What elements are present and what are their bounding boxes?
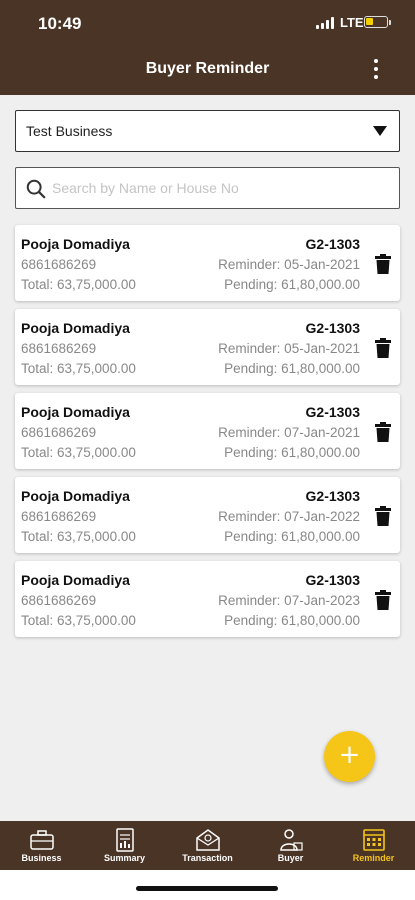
network-label: LTE (340, 15, 364, 30)
house-number: G2-1303 (305, 320, 360, 336)
battery-cap (389, 20, 391, 25)
buyer-name: Pooja Domadiya (21, 236, 130, 252)
caret-down-icon (373, 126, 387, 136)
nav-label-buyer: Buyer (277, 853, 304, 863)
buyer-name: Pooja Domadiya (21, 488, 130, 504)
reminder-card[interactable]: Pooja Domadiya 6861686269 Total: 63,75,0… (15, 561, 400, 637)
reminder-card[interactable]: Pooja Domadiya 6861686269 Total: 63,75,0… (15, 309, 400, 385)
home-area (0, 870, 415, 900)
briefcase-icon (30, 830, 54, 850)
pending-amount: Pending: 61,80,000.00 (224, 361, 360, 376)
page-title: Buyer Reminder (145, 60, 270, 77)
buyer-phone: 6861686269 (21, 509, 97, 524)
reminder-card[interactable]: Pooja Domadiya 6861686269 Total: 63,75,0… (15, 225, 400, 301)
nav-label-business: Business (21, 853, 62, 863)
total-amount: Total: 63,75,000.00 (21, 613, 136, 628)
summary-icon (116, 828, 134, 852)
reminder-date: Reminder: 05-Jan-2021 (218, 257, 360, 272)
pending-amount: Pending: 61,80,000.00 (224, 445, 360, 460)
search-box (15, 167, 400, 209)
reminder-date: Reminder: 07-Jan-2022 (218, 509, 360, 524)
buyer-name: Pooja Domadiya (21, 404, 130, 420)
total-amount: Total: 63,75,000.00 (21, 361, 136, 376)
trash-icon[interactable] (375, 590, 391, 610)
trash-icon[interactable] (375, 338, 391, 358)
battery-icon (364, 16, 388, 28)
trash-icon[interactable] (375, 254, 391, 274)
total-amount: Total: 63,75,000.00 (21, 445, 136, 460)
more-options-icon[interactable] (366, 58, 386, 80)
buyer-phone: 6861686269 (21, 593, 97, 608)
total-amount: Total: 63,75,000.00 (21, 277, 136, 292)
reminder-card[interactable]: Pooja Domadiya 6861686269 Total: 63,75,0… (15, 393, 400, 469)
buyer-name: Pooja Domadiya (21, 320, 130, 336)
reminder-icon (363, 829, 385, 851)
bottom-nav: Business Summary Transaction Buyer Remin… (0, 821, 415, 870)
nav-item-transaction[interactable]: Transaction (166, 821, 249, 870)
home-indicator[interactable] (136, 886, 278, 891)
nav-label-summary: Summary (103, 853, 146, 863)
nav-label-reminder: Reminder (352, 853, 395, 863)
house-number: G2-1303 (305, 404, 360, 420)
nav-item-business[interactable]: Business (0, 821, 83, 870)
reminder-date: Reminder: 05-Jan-2021 (218, 341, 360, 356)
pending-amount: Pending: 61,80,000.00 (224, 613, 360, 628)
plus-icon: + (338, 740, 361, 770)
total-amount: Total: 63,75,000.00 (21, 529, 136, 544)
signal-icon (316, 17, 336, 29)
buyer-name: Pooja Domadiya (21, 572, 130, 588)
pending-amount: Pending: 61,80,000.00 (224, 529, 360, 544)
trash-icon[interactable] (375, 506, 391, 526)
house-number: G2-1303 (305, 488, 360, 504)
status-bar: 10:49 LTE (0, 0, 415, 48)
house-number: G2-1303 (305, 572, 360, 588)
add-reminder-button[interactable]: + (324, 731, 375, 782)
reminder-list: Pooja Domadiya 6861686269 Total: 63,75,0… (15, 225, 400, 645)
transaction-icon (196, 829, 220, 851)
search-icon (26, 179, 46, 199)
reminder-date: Reminder: 07-Jan-2023 (218, 593, 360, 608)
business-dropdown-value: Test Business (26, 123, 113, 139)
search-input[interactable] (52, 174, 387, 202)
app-header: 10:49 LTE Buyer Reminder (0, 0, 415, 95)
reminder-date: Reminder: 07-Jan-2021 (218, 425, 360, 440)
nav-item-summary[interactable]: Summary (83, 821, 166, 870)
buyer-phone: 6861686269 (21, 257, 97, 272)
buyer-icon (280, 829, 303, 851)
trash-icon[interactable] (375, 422, 391, 442)
nav-item-reminder[interactable]: Reminder (332, 821, 415, 870)
reminder-card[interactable]: Pooja Domadiya 6861686269 Total: 63,75,0… (15, 477, 400, 553)
business-dropdown[interactable]: Test Business (15, 110, 400, 152)
status-time: 10:49 (38, 14, 82, 33)
nav-item-buyer[interactable]: Buyer (249, 821, 332, 870)
house-number: G2-1303 (305, 236, 360, 252)
buyer-phone: 6861686269 (21, 425, 97, 440)
pending-amount: Pending: 61,80,000.00 (224, 277, 360, 292)
buyer-phone: 6861686269 (21, 341, 97, 356)
nav-label-transaction: Transaction (182, 853, 233, 863)
